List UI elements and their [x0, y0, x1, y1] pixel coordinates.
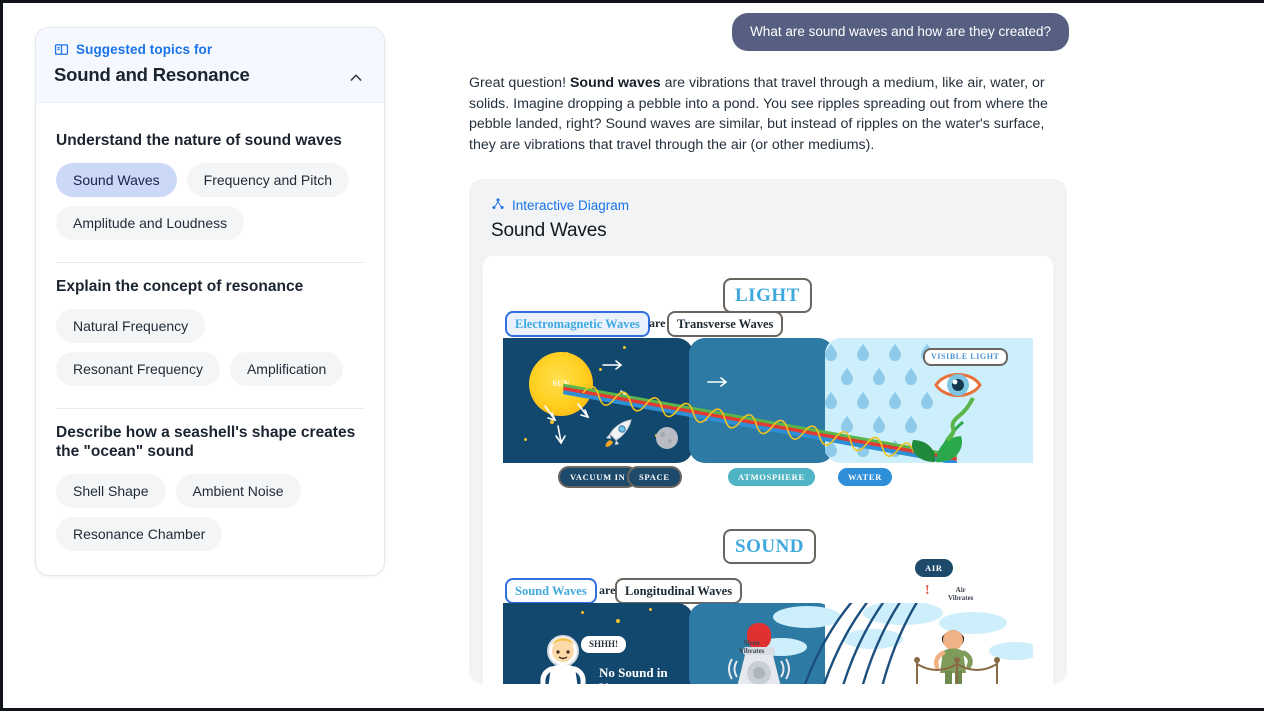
topic-chip-list: Shell Shape Ambient Noise Resonance Cham… — [56, 474, 364, 552]
no-sound-label: No Sound in Vacuum — [599, 664, 668, 684]
topic-chip-frequency-and-pitch[interactable]: Frequency and Pitch — [186, 162, 350, 197]
topic-group-1: Understand the nature of sound waves Sou… — [56, 131, 364, 263]
group-divider — [56, 261, 364, 263]
chevron-up-icon — [348, 70, 364, 91]
sound-badge: SOUND — [723, 528, 817, 564]
user-message-bubble: What are sound waves and how are they cr… — [732, 13, 1069, 52]
medium-pill-water: WATER — [838, 467, 893, 487]
exclamation-icon: ! — [925, 582, 930, 598]
topic-chip-amplitude-and-loudness[interactable]: Amplitude and Loudness — [56, 205, 245, 240]
book-icon — [54, 42, 69, 57]
visible-light-label: VISIBLE LIGHT — [923, 347, 1008, 366]
user-message-row: What are sound waves and how are they cr… — [469, 3, 1069, 52]
light-predicate-label: Transverse Waves — [667, 310, 784, 338]
sound-subject-label: Sound Waves — [505, 577, 597, 605]
medium-pill-space: SPACE — [627, 465, 682, 489]
topic-chip-amplification[interactable]: Amplification — [229, 351, 344, 386]
topic-group-3: Describe how a seashell's shape creates … — [56, 423, 364, 552]
answer-bold-term: Sound waves — [569, 75, 661, 92]
siren-vibrates-label: Siren Vibrates — [739, 638, 765, 656]
topic-chip-resonance-chamber[interactable]: Resonance Chamber — [56, 517, 223, 552]
collapse-panel-button[interactable] — [344, 68, 368, 92]
diagram-title: Sound Waves — [491, 219, 607, 241]
suggested-topics-title: Sound and Resonance — [54, 64, 250, 85]
diagram-canvas[interactable]: LIGHT Electromagnetic Waves are Transver… — [483, 255, 1053, 684]
light-subject-label: Electromagnetic Waves — [505, 310, 650, 338]
eye-ray — [945, 397, 975, 442]
topic-group-heading: Describe how a seashell's shape creates … — [56, 423, 356, 461]
light-scene: LIGHT Electromagnetic Waves are Transver… — [483, 266, 1053, 496]
sound-scene: SOUND Sound Waves are Longitudinal Waves — [483, 521, 1053, 684]
topic-chip-sound-waves[interactable]: Sound Waves — [56, 162, 177, 197]
light-connector-label: are — [649, 315, 666, 330]
interactive-diagram-card[interactable]: Interactive Diagram Sound Waves LIGHT El… — [469, 178, 1067, 684]
conversation-column: What are sound waves and how are they cr… — [469, 3, 1069, 708]
suggested-topics-eyebrow: Suggested topics for — [54, 42, 366, 57]
topic-chip-ambient-noise[interactable]: Ambient Noise — [175, 474, 301, 509]
topic-chip-list: Natural Frequency Resonant Frequency Amp… — [56, 308, 364, 386]
app-window: Suggested topics for Sound and Resonance… — [0, 0, 1264, 711]
light-badge: LIGHT — [723, 277, 812, 313]
astronaut-speech-bubble: SHHH! — [581, 635, 627, 653]
suggested-topics-eyebrow-label: Suggested topics for — [76, 42, 213, 57]
hierarchy-icon — [491, 197, 505, 214]
topic-group-heading: Understand the nature of sound waves — [56, 132, 342, 149]
diagram-eyebrow-label: Interactive Diagram — [512, 197, 630, 213]
topic-chip-resonant-frequency[interactable]: Resonant Frequency — [56, 351, 220, 386]
air-vibrates-label: Air Vibrates — [948, 585, 974, 603]
diagram-eyebrow: Interactive Diagram — [491, 197, 1045, 214]
rope-barrier — [914, 656, 1000, 684]
group-divider — [56, 407, 364, 409]
sound-connector-label: are — [599, 582, 616, 597]
topic-chip-list: Sound Waves Frequency and Pitch Amplitud… — [56, 162, 364, 240]
medium-pill-vacuum: VACUUM IN — [558, 465, 638, 489]
topic-group-2: Explain the concept of resonance Natural… — [56, 277, 364, 409]
astronaut-graphic — [539, 633, 587, 684]
answer-lead: Great question! — [469, 75, 570, 92]
topic-chip-natural-frequency[interactable]: Natural Frequency — [56, 308, 206, 343]
suggested-topics-panel: Suggested topics for Sound and Resonance… — [35, 27, 385, 577]
suggested-topics-header: Suggested topics for Sound and Resonance — [36, 28, 384, 103]
sound-predicate-label: Longitudinal Waves — [615, 577, 743, 605]
assistant-answer: Great question! Sound waves are vibratio… — [469, 73, 1055, 155]
topic-group-heading: Explain the concept of resonance — [56, 277, 304, 295]
topic-chip-shell-shape[interactable]: Shell Shape — [56, 474, 166, 509]
suggested-topics-body: Understand the nature of sound waves Sou… — [36, 103, 384, 575]
medium-pill-atmosphere: ATMOSPHERE — [728, 467, 815, 487]
air-badge: AIR — [915, 558, 953, 578]
diagram-header: Interactive Diagram Sound Waves — [469, 179, 1067, 256]
